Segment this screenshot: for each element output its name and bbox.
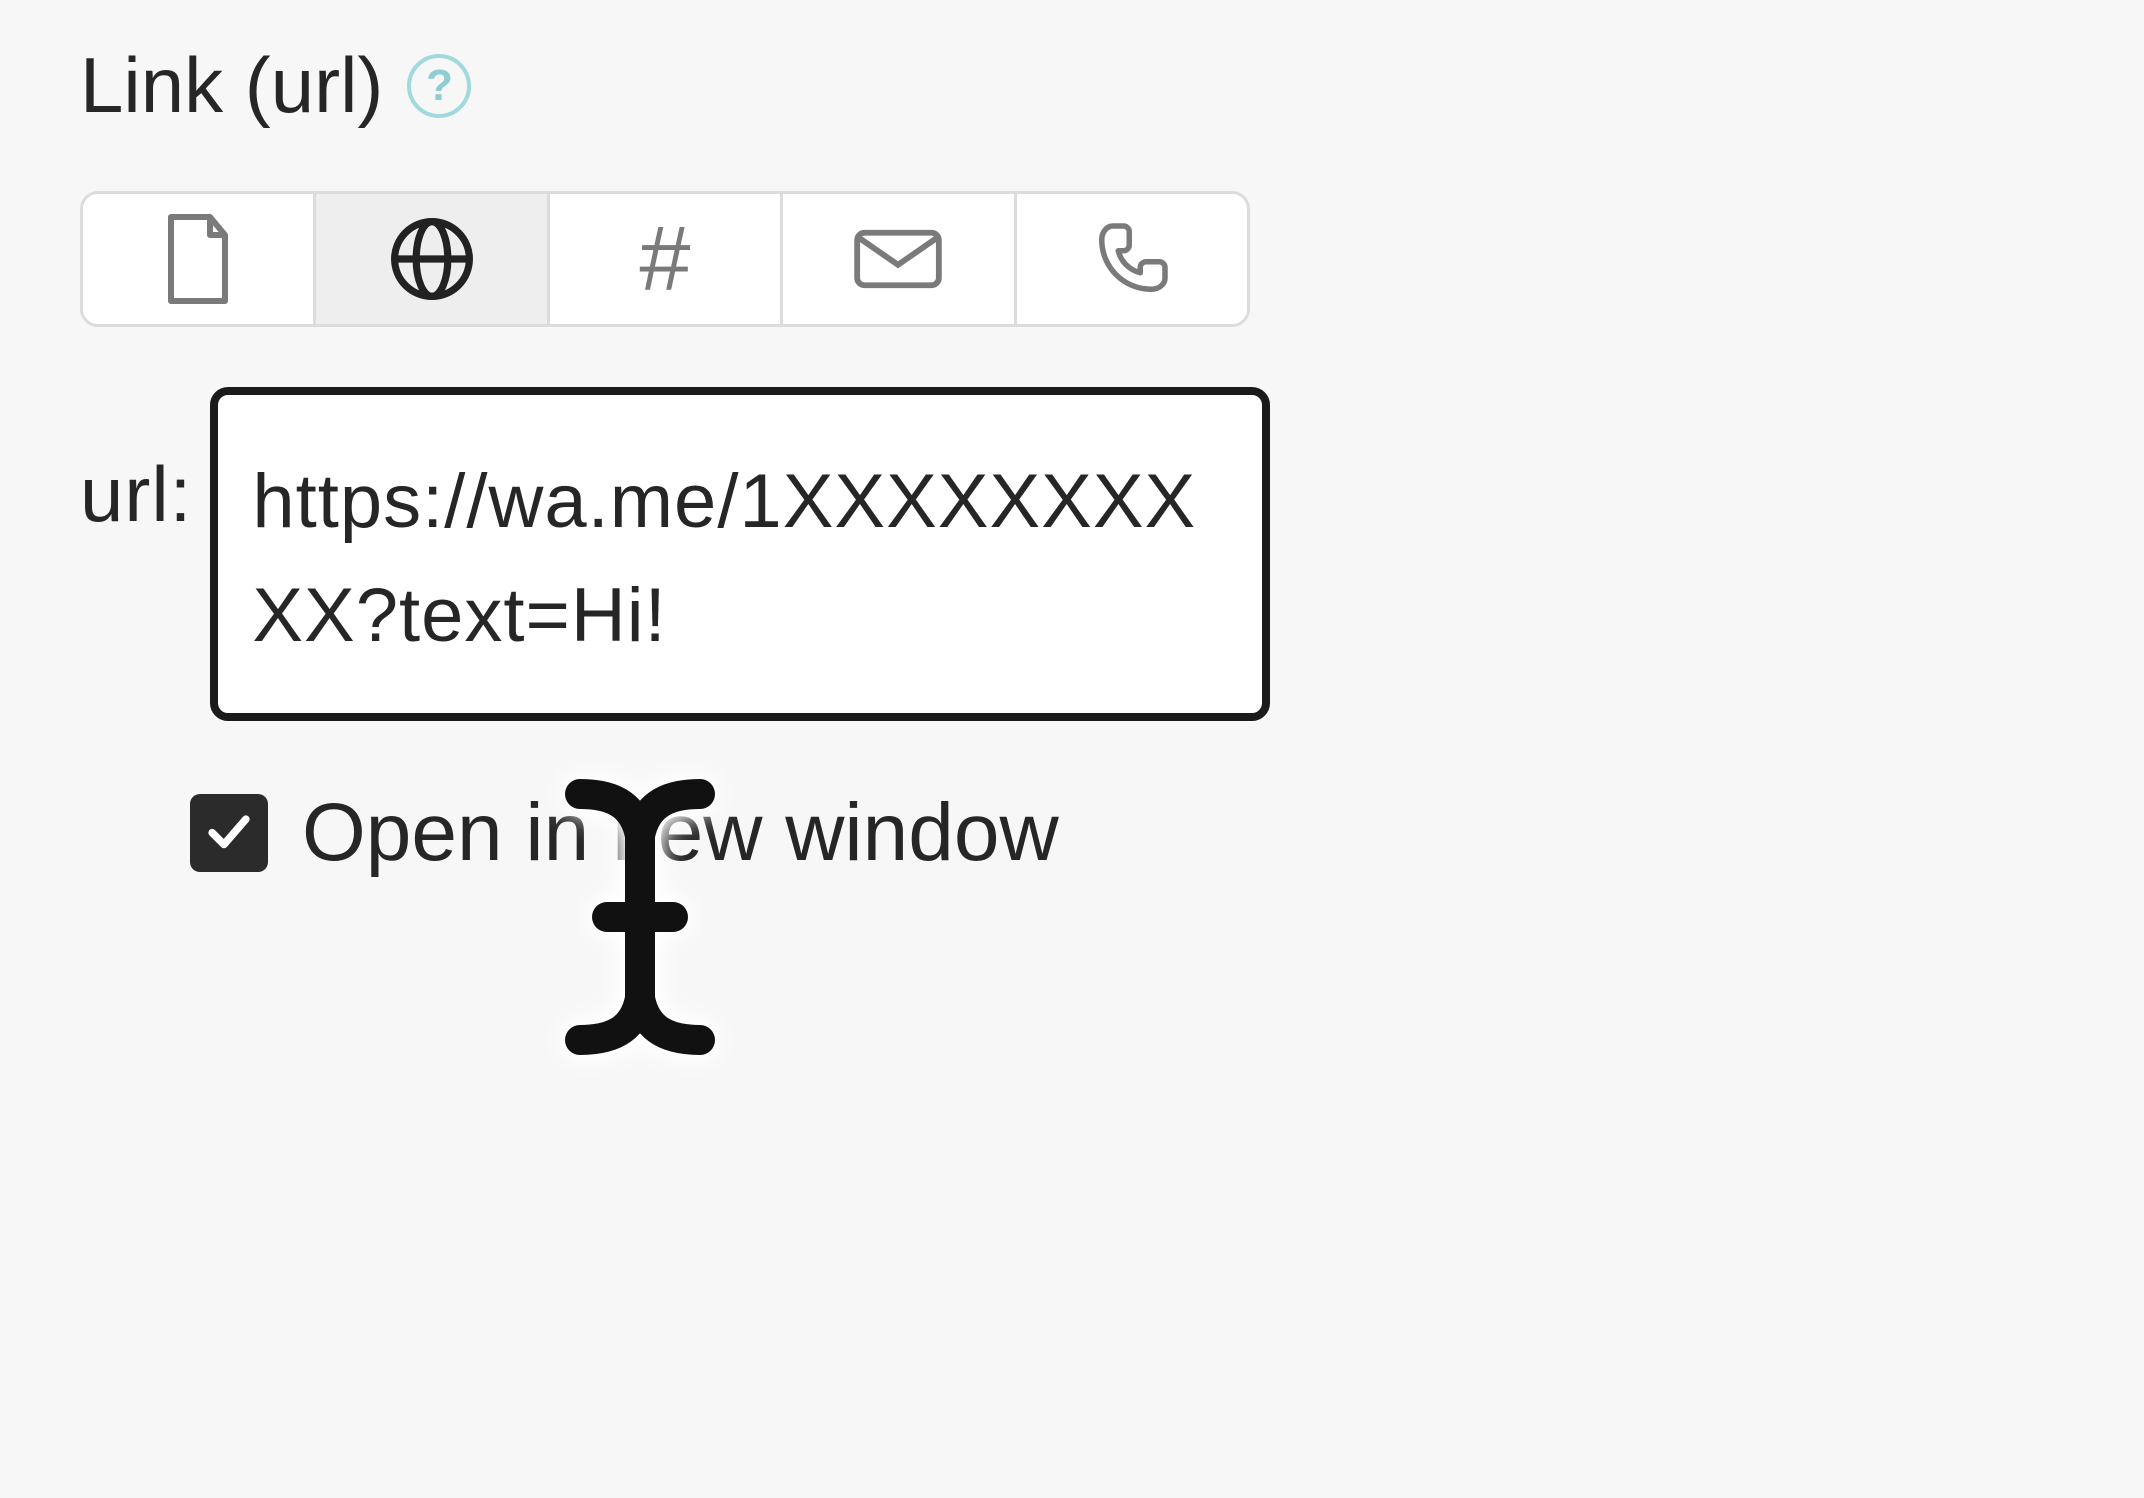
- link-settings-panel: Link (url) ? #: [80, 40, 1360, 880]
- open-new-window-row: Open in new window: [190, 786, 1360, 880]
- tab-phone[interactable]: [1017, 194, 1247, 324]
- help-icon[interactable]: ?: [407, 54, 471, 118]
- header-row: Link (url) ?: [80, 40, 1360, 131]
- phone-icon: [1088, 215, 1176, 303]
- anchor-icon: #: [639, 213, 690, 305]
- open-new-window-checkbox[interactable]: [190, 794, 268, 872]
- globe-icon: [386, 213, 478, 305]
- url-input-wrap: [210, 387, 1360, 726]
- section-title: Link (url): [80, 40, 383, 131]
- check-icon: [202, 804, 256, 863]
- link-type-tabs: #: [80, 191, 1250, 327]
- tab-page[interactable]: [83, 194, 316, 324]
- url-label: url:: [80, 387, 192, 540]
- page-icon: [159, 211, 237, 307]
- help-symbol: ?: [426, 61, 453, 111]
- url-input[interactable]: [210, 387, 1270, 721]
- tab-url[interactable]: [316, 194, 549, 324]
- url-row: url:: [80, 387, 1360, 726]
- tab-email[interactable]: [783, 194, 1016, 324]
- mail-icon: [851, 224, 945, 294]
- open-new-window-label: Open in new window: [302, 786, 1059, 880]
- tab-anchor[interactable]: #: [550, 194, 783, 324]
